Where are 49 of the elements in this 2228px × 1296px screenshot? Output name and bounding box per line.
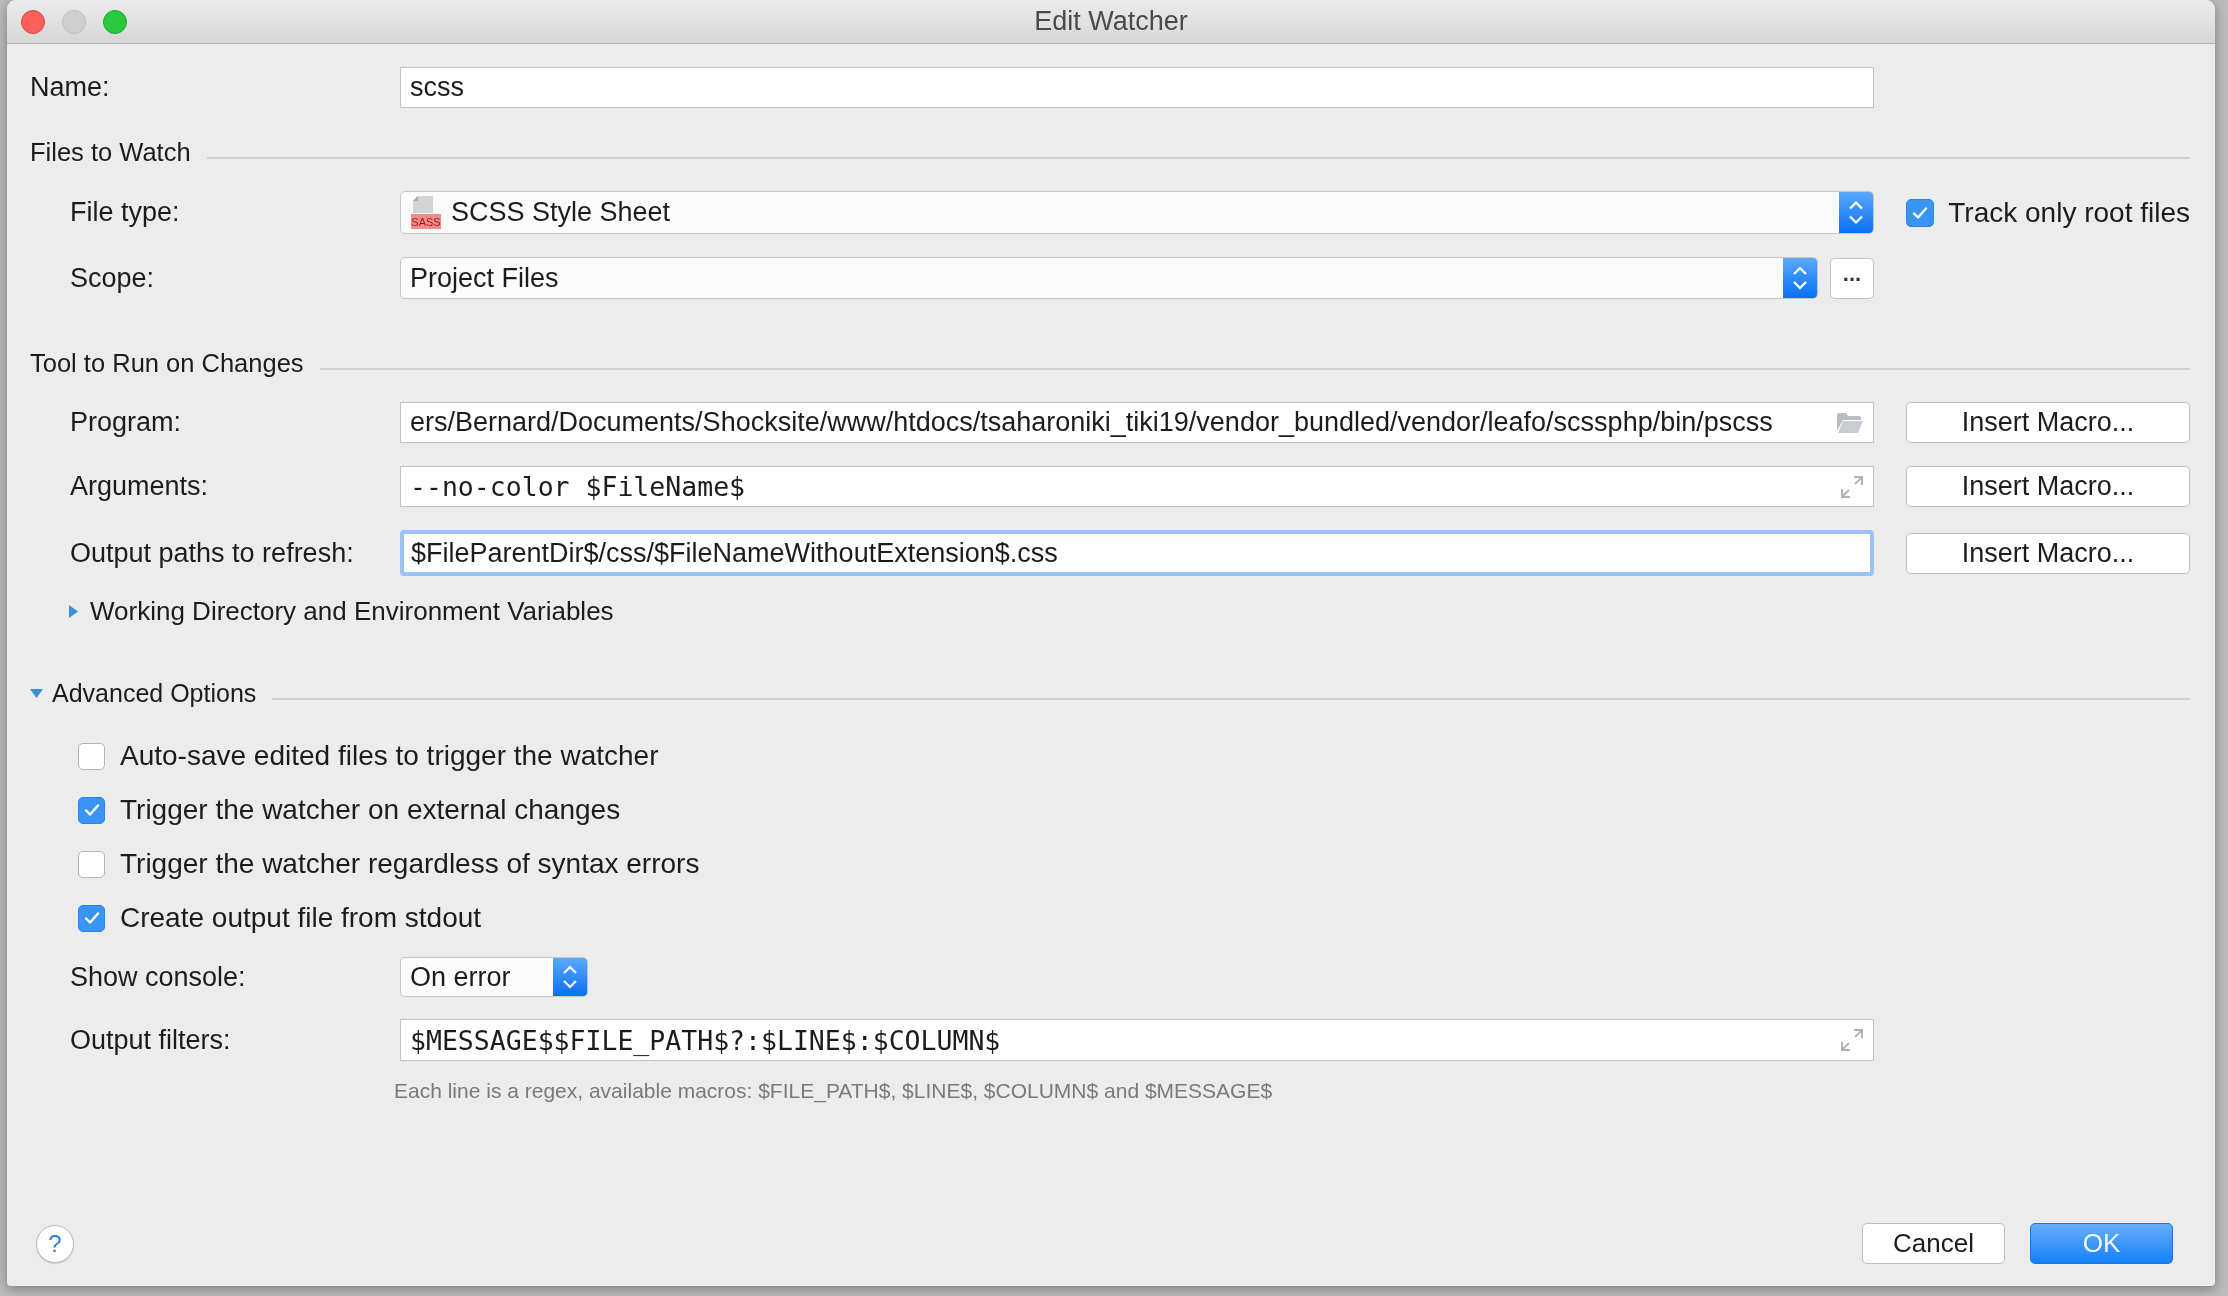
checkmark-icon — [1912, 205, 1929, 220]
field-label: Show console: — [70, 961, 247, 993]
scope-dropdown[interactable]: Project Files — [400, 257, 1818, 299]
checkmark-icon — [83, 911, 100, 925]
section-heading: Tool to Run on Changes — [30, 349, 304, 378]
expand-icon[interactable] — [1841, 1029, 1863, 1051]
insert-macro-button[interactable]: Insert Macro... — [1906, 402, 2190, 443]
checkbox-label: Trigger the watcher regardless of syntax errors — [120, 848, 700, 880]
zoom-button[interactable] — [103, 9, 127, 34]
input-field[interactable]: $FileParentDir$/css/$FileNameWithoutExtension$.css — [400, 530, 1874, 576]
field-label: Scope: — [70, 262, 156, 294]
expand-icon[interactable] — [1841, 475, 1863, 498]
checkbox-label: Create output file from stdout — [120, 902, 482, 934]
input-field[interactable]: ers/Bernard/Documents/Shocksite/www/htdocs/tsaharoniki_tiki19/vendor_bundled/vendor/leafo/scssphp/bin/pscss — [400, 402, 1874, 443]
up-down-arrows-icon — [553, 958, 587, 996]
section-heading: Files to Watch — [30, 138, 191, 167]
field-label: File type: — [70, 197, 181, 228]
field-label: Name: — [30, 72, 111, 103]
name-field[interactable]: scss — [400, 67, 1874, 108]
checkbox-label: Track only root files — [1948, 196, 2190, 229]
field-label: Output paths to refresh: — [70, 537, 355, 569]
close-button[interactable] — [21, 9, 45, 34]
file-type-dropdown[interactable]: SASS SCSS Style Sheet — [400, 191, 1874, 234]
checkbox-label: Auto-save edited files to trigger the watcher — [120, 740, 659, 772]
field-label: Program: — [70, 407, 183, 438]
dialog-button[interactable]: Cancel — [1862, 1223, 2005, 1264]
up-down-arrows-icon — [1783, 258, 1817, 298]
output-filters-field[interactable]: $MESSAGE$$FILE_PATH$?:$LINE$:$COLUMN$ — [400, 1019, 1874, 1061]
disclosure-toggle[interactable]: Advanced Options — [30, 679, 257, 708]
folder-icon[interactable] — [1837, 412, 1863, 433]
show-console-dropdown[interactable]: On error — [400, 957, 588, 997]
checkbox[interactable] — [78, 904, 105, 932]
checkbox[interactable] — [78, 850, 105, 878]
checkbox[interactable] — [1906, 198, 1935, 227]
up-down-arrows-icon — [1839, 192, 1873, 233]
help-button[interactable]: ? — [36, 1224, 74, 1263]
disclosure-toggle[interactable]: Working Directory and Environment Variables — [69, 596, 614, 627]
checkmark-icon — [83, 803, 100, 817]
checkbox[interactable] — [78, 742, 105, 770]
field-label: Arguments: — [70, 471, 210, 502]
checkbox[interactable] — [78, 796, 105, 824]
window-title: Edit Watcher — [1033, 6, 1189, 37]
insert-macro-button[interactable]: Insert Macro... — [1906, 466, 2190, 507]
browse-button[interactable]: ... — [1830, 257, 1874, 299]
insert-macro-button[interactable]: Insert Macro... — [1906, 532, 2190, 574]
field-label: Output filters: — [70, 1024, 232, 1056]
input-field[interactable]: --no-color $FileName$ — [400, 466, 1874, 507]
checkbox-label: Trigger the watcher on external changes — [120, 794, 621, 826]
hint-text: Each line is a regex, available macros: $FILE_PATH$, $LINE$, $COLUMN$ and $MESSAGE$ — [394, 1079, 1273, 1103]
